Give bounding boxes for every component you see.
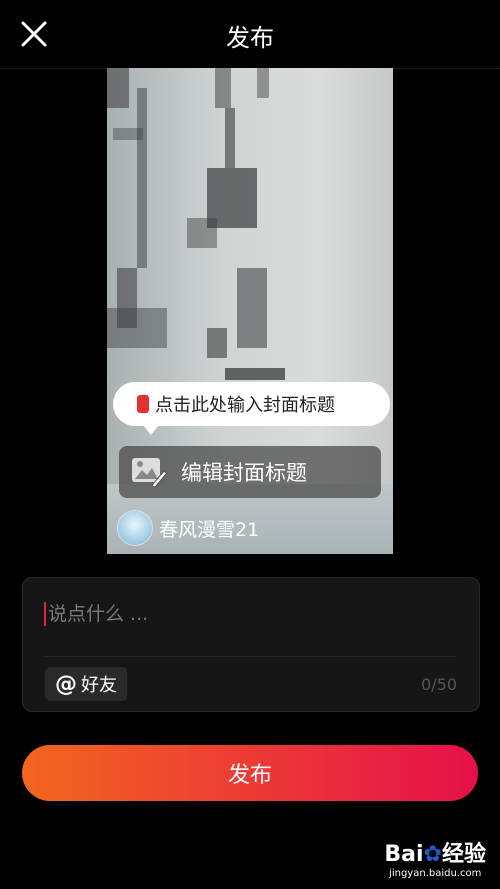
watermark-logo-text: Bai xyxy=(384,842,424,867)
avatar xyxy=(117,510,153,546)
calligraphy-stroke xyxy=(237,268,267,348)
calligraphy-stroke xyxy=(107,68,129,108)
calligraphy-stroke xyxy=(257,68,269,98)
mention-friend-label: 好友 xyxy=(81,675,117,696)
description-box: @ 好友 0/50 xyxy=(22,577,480,712)
description-input[interactable] xyxy=(48,594,448,634)
calligraphy-stroke xyxy=(187,218,217,248)
calligraphy-stroke xyxy=(207,328,227,358)
edit-cover-title-label: 编辑封面标题 xyxy=(181,461,307,485)
paw-icon: ✿ xyxy=(423,842,442,867)
tooltip-marker-icon xyxy=(137,395,149,413)
calligraphy-stroke xyxy=(215,68,231,108)
watermark-url: jingyan.baidu.com xyxy=(389,868,482,879)
divider xyxy=(45,656,457,657)
cover-title-tooltip[interactable]: 点击此处输入封面标题 xyxy=(113,382,390,435)
publish-label: 发布 xyxy=(227,763,272,788)
mention-friend-button[interactable]: @ 好友 xyxy=(45,667,127,701)
baidu-watermark: Bai✿经验 jingyan.baidu.com xyxy=(384,836,486,879)
user-info: 春风漫雪21 xyxy=(117,510,259,546)
watermark-logo: Bai✿经验 xyxy=(384,836,486,868)
publish-button[interactable]: 发布 xyxy=(22,745,478,801)
text-cursor xyxy=(44,602,46,626)
calligraphy-stroke xyxy=(225,368,285,380)
calligraphy-stroke xyxy=(137,88,147,268)
calligraphy-stroke xyxy=(225,108,235,168)
edit-cover-title-button[interactable]: 编辑封面标题 xyxy=(119,446,381,498)
page-title: 发布 xyxy=(226,24,274,52)
username: 春风漫雪21 xyxy=(159,518,260,541)
at-icon: @ xyxy=(55,671,77,697)
calligraphy-stroke xyxy=(107,308,167,348)
top-bar: 发布 xyxy=(0,0,500,69)
character-counter: 0/50 xyxy=(421,675,457,694)
tooltip-text: 点击此处输入封面标题 xyxy=(155,395,335,416)
image-edit-icon xyxy=(132,458,167,487)
watermark-logo-text-2: 经验 xyxy=(441,842,486,867)
